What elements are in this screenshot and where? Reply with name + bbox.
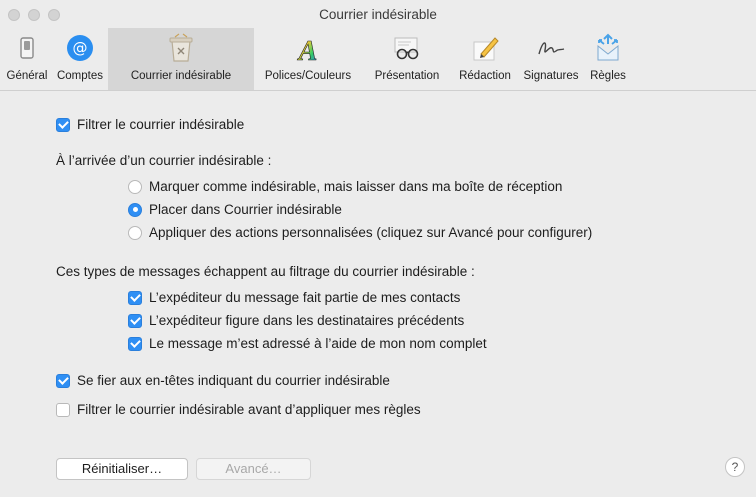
exempt-previous-recipients-row[interactable]: L’expéditeur figure dans les destinatair… xyxy=(128,313,464,328)
exempt-contacts-checkbox[interactable] xyxy=(128,290,142,305)
exempt-full-name-row[interactable]: Le message m’est adressé à l’aide de mon… xyxy=(128,336,487,351)
enable-junk-filter-checkbox[interactable] xyxy=(56,117,70,132)
trust-headers-row[interactable]: Se fier aux en-têtes indiquant du courri… xyxy=(56,373,390,388)
tab-signatures[interactable]: Signatures xyxy=(518,28,584,90)
arrival-option-move-row[interactable]: Placer dans Courrier indésirable xyxy=(128,202,342,217)
arrival-option-mark-row[interactable]: Marquer comme indésirable, mais laisser … xyxy=(128,179,562,194)
reset-button[interactable]: Réinitialiser… xyxy=(56,458,188,480)
tab-accounts[interactable]: @ Comptes xyxy=(53,28,107,90)
arrival-option-custom-label: Appliquer des actions personnalisées (cl… xyxy=(149,225,593,240)
switch-icon xyxy=(20,37,34,59)
advanced-button[interactable]: Avancé… xyxy=(196,458,311,480)
at-sign-icon: @ xyxy=(67,35,93,61)
font-colors-icon: A xyxy=(296,36,318,64)
filter-before-rules-label: Filtrer le courrier indésirable avant d’… xyxy=(77,402,421,417)
tab-composing[interactable]: Rédaction xyxy=(452,28,518,90)
exempt-previous-recipients-label: L’expéditeur figure dans les destinatair… xyxy=(149,313,465,328)
signature-icon xyxy=(538,42,565,55)
tab-general[interactable]: Général xyxy=(2,28,52,90)
window-title: Courrier indésirable xyxy=(319,7,437,22)
exempt-full-name-checkbox[interactable] xyxy=(128,336,142,351)
pencil-icon xyxy=(473,37,499,61)
title-bar: Courrier indésirable xyxy=(0,0,756,30)
tab-junk-mail[interactable]: Courrier indésirable xyxy=(108,28,254,90)
enable-junk-filter-checkbox-row[interactable]: Filtrer le courrier indésirable xyxy=(56,117,244,132)
tab-fonts-colors[interactable]: A Polices/Couleurs xyxy=(256,28,360,90)
close-window-button[interactable] xyxy=(8,9,20,21)
svg-text:@: @ xyxy=(73,39,88,57)
enable-junk-filter-label: Filtrer le courrier indésirable xyxy=(77,117,245,132)
zoom-window-button[interactable] xyxy=(48,9,60,21)
arrival-option-mark-radio[interactable] xyxy=(128,179,142,194)
trust-headers-checkbox[interactable] xyxy=(56,373,70,388)
filter-before-rules-row[interactable]: Filtrer le courrier indésirable avant d’… xyxy=(56,402,421,417)
trust-headers-label: Se fier aux en-têtes indiquant du courri… xyxy=(77,373,390,388)
arrival-option-custom-row[interactable]: Appliquer des actions personnalisées (cl… xyxy=(128,225,592,240)
preferences-window: Courrier indésirable Général @ Comptes C… xyxy=(0,0,756,497)
arrival-option-mark-label: Marquer comme indésirable, mais laisser … xyxy=(149,179,563,194)
exempt-full-name-label: Le message m’est adressé à l’aide de mon… xyxy=(149,336,487,351)
arrival-heading: À l’arrivée d’un courrier indésirable : xyxy=(56,153,272,168)
glasses-icon xyxy=(394,37,419,60)
arrival-option-custom-radio[interactable] xyxy=(128,225,142,240)
minimize-window-button[interactable] xyxy=(28,9,40,21)
exempt-contacts-label: L’expéditeur du message fait partie de m… xyxy=(149,290,461,305)
preferences-toolbar: Général @ Comptes Courrier indésirable A… xyxy=(0,28,756,91)
svg-text:A: A xyxy=(297,36,318,64)
tab-rules[interactable]: Règles xyxy=(584,28,632,90)
rules-envelope-icon xyxy=(597,33,619,61)
arrival-option-move-label: Placer dans Courrier indésirable xyxy=(149,202,342,217)
tab-viewing[interactable]: Présentation xyxy=(362,28,452,90)
exempt-contacts-row[interactable]: L’expéditeur du message fait partie de m… xyxy=(128,290,460,305)
arrival-option-move-radio[interactable] xyxy=(128,202,142,217)
exempt-heading: Ces types de messages échappent au filtr… xyxy=(56,264,475,279)
help-button[interactable]: ? xyxy=(725,457,745,477)
junk-mail-settings-panel: Filtrer le courrier indésirable À l’arri… xyxy=(0,91,756,497)
junk-trash-icon xyxy=(169,33,193,62)
filter-before-rules-checkbox[interactable] xyxy=(56,402,70,417)
exempt-previous-recipients-checkbox[interactable] xyxy=(128,313,142,328)
